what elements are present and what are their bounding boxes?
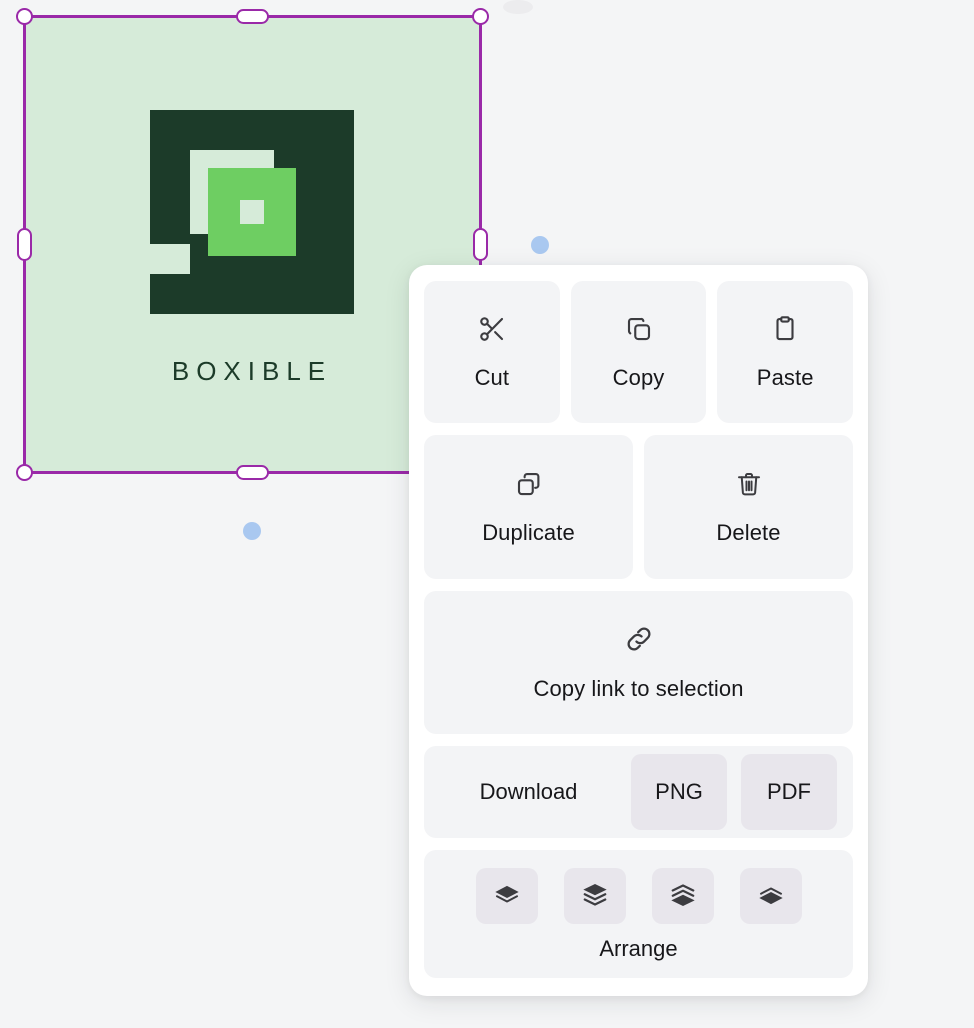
handle-top-center[interactable]	[235, 8, 269, 24]
duplicate-icon	[514, 469, 544, 504]
duplicate-label: Duplicate	[482, 519, 575, 545]
context-menu[interactable]: Cut Copy Paste Duplicate Delete Copy lin…	[409, 265, 868, 996]
clipboard-icon	[770, 314, 800, 349]
design-canvas[interactable]: BOXIBLE Cut Copy Paste Duplicate Delete …	[0, 0, 974, 1028]
bring-forward-icon	[493, 881, 521, 912]
cut-button[interactable]: Cut	[424, 281, 560, 423]
arrange-row: Arrange	[424, 850, 853, 978]
handle-top-right[interactable]	[471, 7, 489, 25]
send-to-back-button[interactable]	[651, 868, 714, 924]
paste-button[interactable]: Paste	[717, 281, 854, 423]
trash-icon	[734, 469, 764, 504]
download-png-button[interactable]: PNG	[631, 754, 727, 830]
handle-bottom-center[interactable]	[235, 464, 269, 480]
download-pdf-button[interactable]: PDF	[741, 754, 837, 830]
copy-label: Copy	[612, 364, 665, 390]
download-label: Download	[479, 779, 578, 804]
paste-label: Paste	[756, 364, 814, 390]
presence-dot[interactable]	[243, 522, 261, 540]
send-to-back-icon	[669, 881, 697, 912]
copy-link-label: Copy link to selection	[533, 676, 744, 701]
clipboard-actions-row: Cut Copy Paste	[424, 281, 854, 423]
cut-label: Cut	[474, 364, 510, 390]
delete-label: Delete	[716, 519, 781, 545]
bring-forward-button[interactable]	[475, 868, 538, 924]
presence-dot[interactable]	[531, 236, 549, 254]
ghost-presence-marker	[503, 0, 533, 14]
handle-top-left[interactable]	[15, 7, 33, 25]
link-icon	[623, 623, 655, 660]
scissors-icon	[477, 314, 507, 349]
boxible-logo-icon	[150, 110, 354, 314]
arrange-buttons	[424, 868, 853, 924]
object-actions-row: Duplicate Delete	[424, 435, 853, 579]
link-action-row: Copy link to selection	[424, 591, 853, 734]
bring-to-front-button[interactable]	[563, 868, 626, 924]
delete-button[interactable]: Delete	[644, 435, 853, 579]
handle-middle-right[interactable]	[472, 227, 488, 261]
bring-to-front-icon	[581, 881, 609, 912]
copy-icon	[624, 314, 654, 349]
send-backward-icon	[757, 881, 785, 912]
duplicate-button[interactable]: Duplicate	[424, 435, 633, 579]
copy-link-button[interactable]: Copy link to selection	[424, 591, 853, 734]
download-row: Download PNG PDF	[424, 746, 853, 838]
arrange-strip: Arrange	[424, 850, 853, 978]
download-strip: Download PNG PDF	[424, 746, 853, 838]
handle-bottom-left[interactable]	[15, 463, 33, 481]
arrange-label: Arrange	[599, 936, 678, 961]
copy-button[interactable]: Copy	[570, 281, 707, 423]
send-backward-button[interactable]	[739, 868, 802, 924]
handle-middle-left[interactable]	[16, 227, 32, 261]
